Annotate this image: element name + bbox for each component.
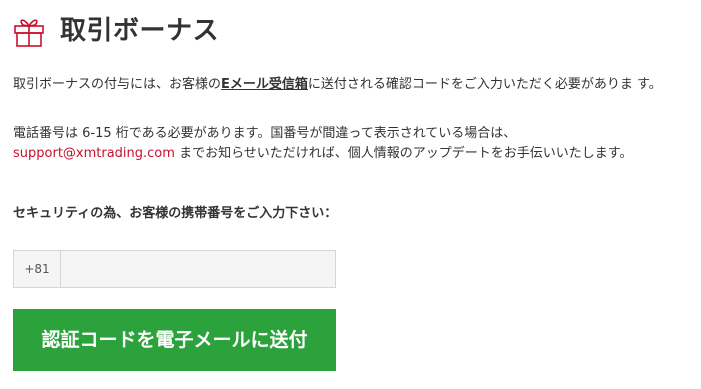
intro-text-part1: 取引ボーナスの付与には、お客様の [13, 77, 222, 92]
phone-input-group: +81 [13, 250, 336, 288]
intro-text-part2: に送付される確認コードをご入力いただく必要がありま す。 [307, 77, 662, 92]
phone-number-input[interactable] [61, 251, 335, 287]
phone-field-label: セキュリティの為、お客様の携帯番号をご入力下さい： [13, 206, 338, 221]
page-header: 取引ボーナス [12, 14, 219, 48]
gift-icon [14, 19, 44, 47]
notice-text-part2: までお知らせいただければ、個人情報のアップデートをお手伝いいたします。 [174, 146, 633, 161]
support-email-link[interactable]: support@xmtrading.com [13, 146, 175, 161]
email-inbox-link[interactable]: Eメール受信箱 [221, 77, 308, 92]
notice-text: 電話番号は 6-15 桁である必要があります。国番号が間違って表示されている場合… [13, 124, 693, 164]
intro-text: 取引ボーナスの付与には、お客様のEメール受信箱に送付される確認コードをご入力いた… [13, 75, 693, 95]
country-code-prefix: +81 [14, 251, 61, 287]
page-title: 取引ボーナス [60, 16, 220, 46]
send-code-button[interactable]: 認証コードを電子メールに送付 [13, 309, 336, 371]
notice-text-part1: 電話番号は 6-15 桁である必要があります。国番号が間違って表示されている場合… [13, 126, 517, 141]
